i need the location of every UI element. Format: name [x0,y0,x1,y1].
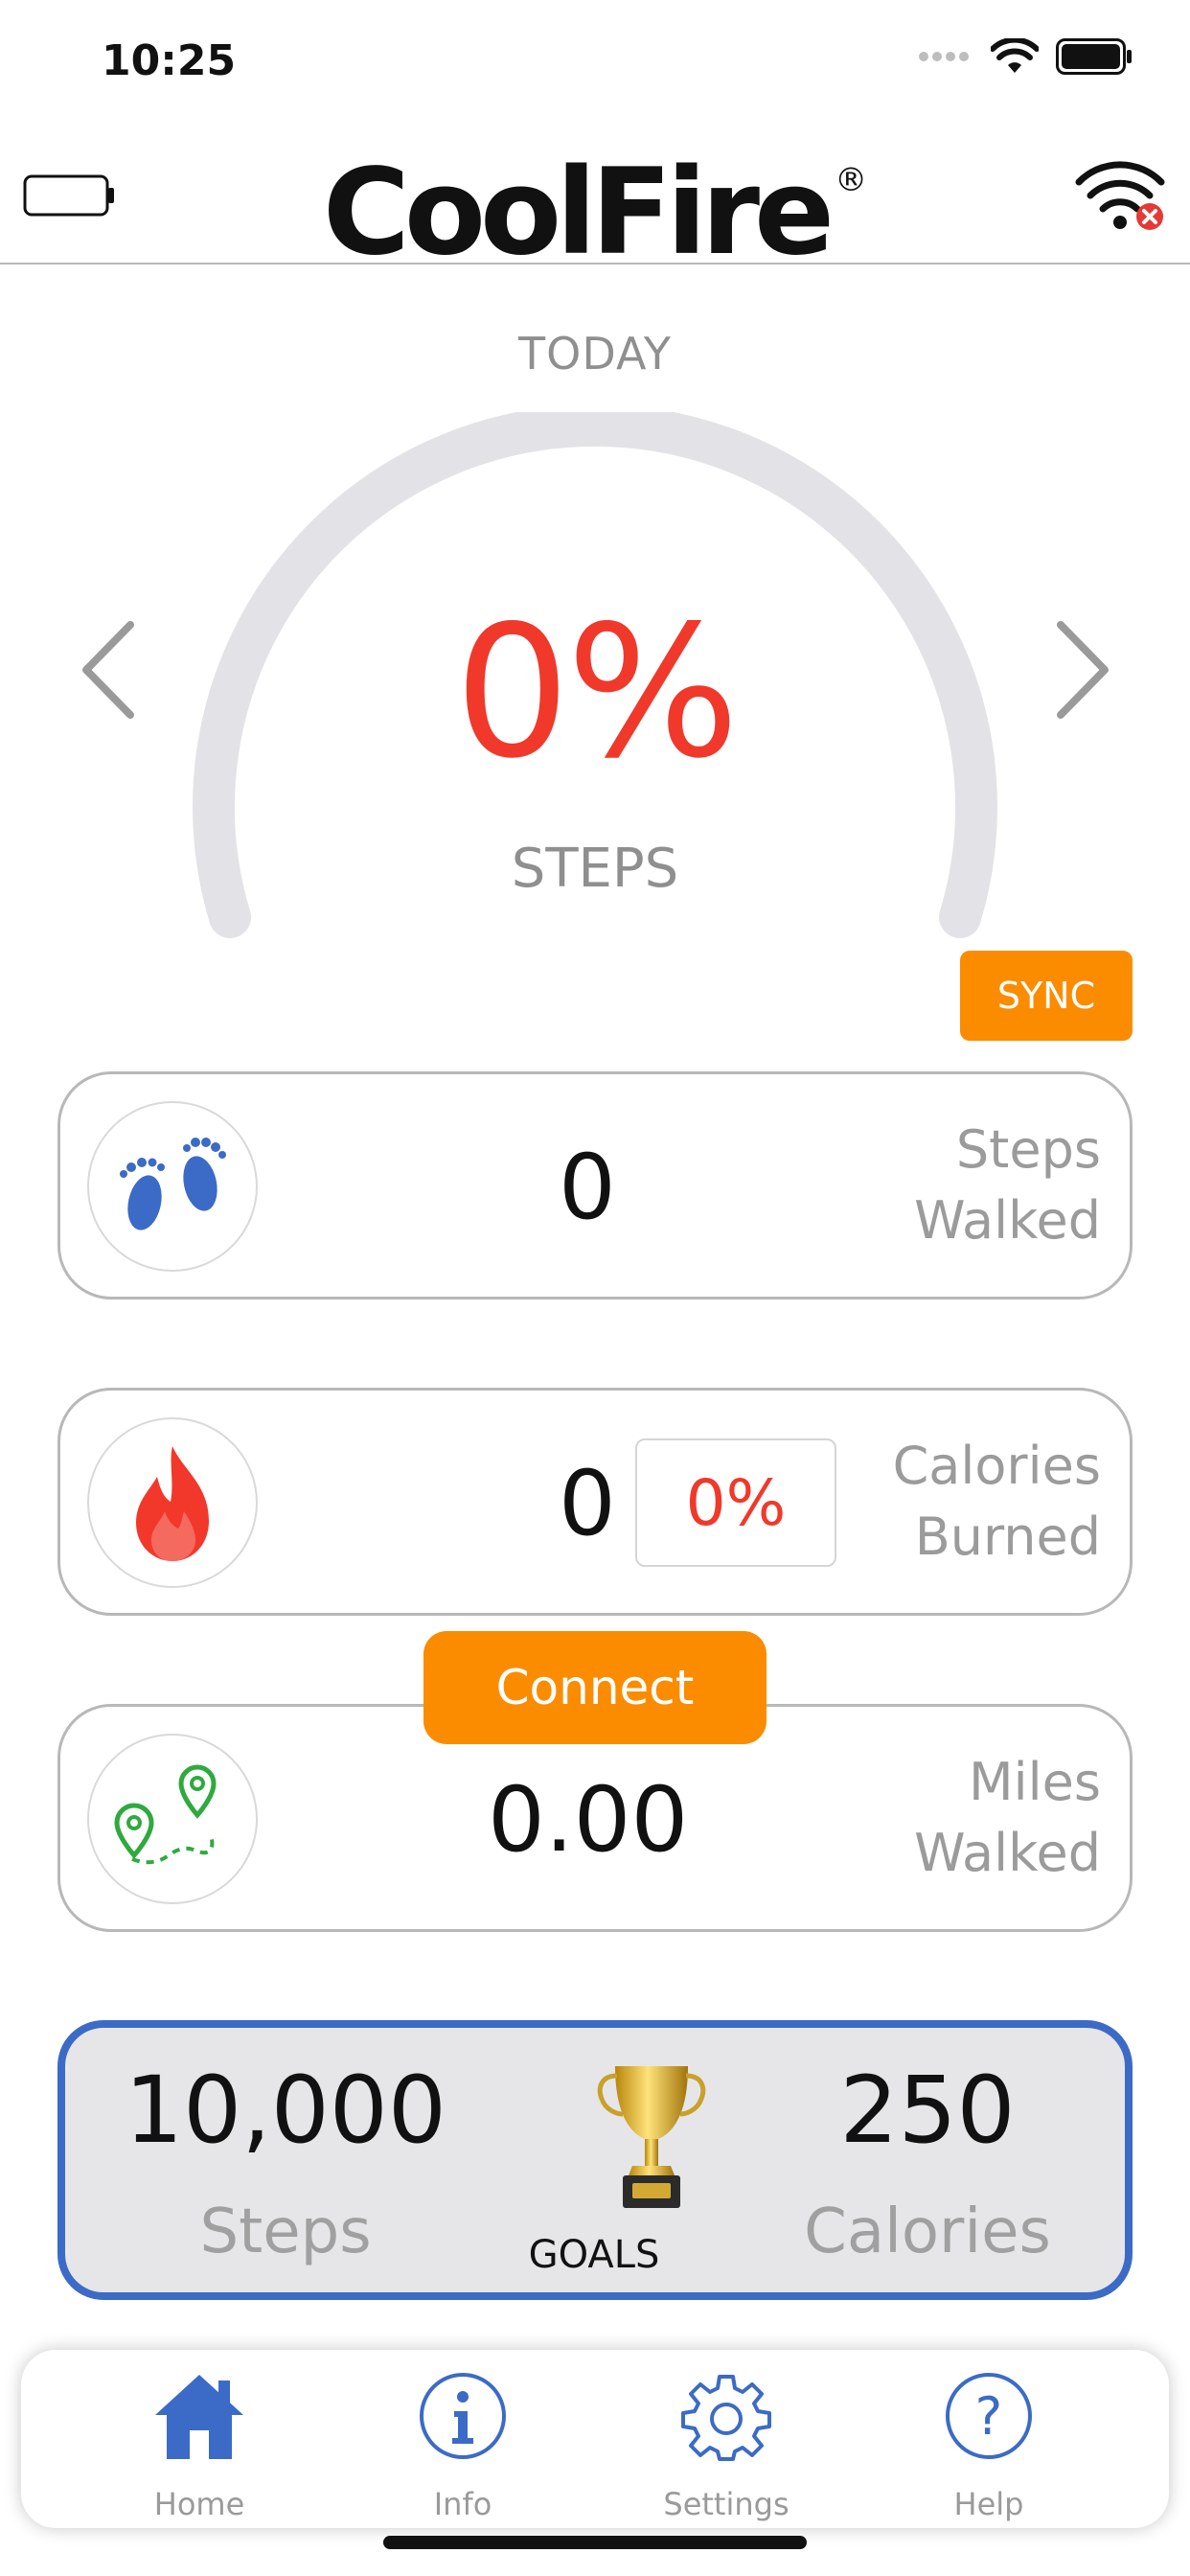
steps-walked-card: 0 Steps Walked [57,1071,1133,1300]
route-pins-icon [114,1764,217,1865]
steps-percent-value: 0% [454,586,739,798]
miles-label-line1: Miles [969,1752,1101,1812]
svg-text:?: ? [975,2386,1003,2447]
calories-label-line2: Burned [914,1506,1101,1567]
connect-button[interactable]: Connect [423,1631,767,1744]
footprints-icon [120,1138,226,1230]
goal-steps-label: Steps [199,2196,372,2267]
home-indicator[interactable] [383,2536,807,2549]
battery-status-icon [1056,38,1132,75]
gear-icon [681,2375,771,2461]
miles-walked-value: 0.00 [488,1768,689,1873]
status-time: 10:25 [102,36,237,85]
tab-help[interactable]: ? Help [893,2371,1085,2522]
calories-icon-circle [87,1417,258,1588]
tab-info[interactable]: Info [367,2371,559,2522]
cellular-signal-icon [919,52,969,61]
tab-settings-label: Settings [663,2486,790,2522]
tab-home-label: Home [153,2486,245,2522]
coolfire-logo: CoolFire ® [0,144,1190,282]
help-icon: ? [946,2373,1032,2459]
trophy-icon [597,2066,706,2208]
bottom-tab-bar: Home Info Settings ? Help [21,2350,1169,2528]
steps-icon-circle [87,1101,258,1272]
wifi-disconnected-icon[interactable] [1073,161,1169,232]
steps-label-line1: Steps [955,1119,1101,1180]
goal-steps-value: 10,000 [125,2057,446,2164]
app-header: CoolFire ® [0,125,1190,282]
app-screen: 10:25 CoolFire ® TODAY 0% STEPS SYNC 0 S… [0,0,1190,2576]
status-indicators [918,38,1133,75]
miles-label-line2: Walked [914,1823,1101,1883]
tab-help-label: Help [953,2486,1024,2522]
calories-burned-card: 0 0% Calories Burned [57,1388,1133,1616]
calories-percent-box: 0% [635,1438,836,1567]
goal-calories-label: Calories [804,2196,1051,2267]
tab-info-label: Info [433,2486,492,2522]
sync-button[interactable]: SYNC [960,951,1133,1041]
calories-burned-label: Calories Burned [893,1431,1101,1573]
steps-walked-label: Steps Walked [914,1115,1101,1256]
calories-burned-value: 0 [559,1452,616,1556]
flame-icon [136,1446,209,1561]
miles-walked-label: Miles Walked [914,1747,1101,1889]
registered-mark: ® [835,161,868,199]
info-icon [420,2373,506,2459]
wifi-status-icon [991,38,1039,73]
today-label: TODAY [518,328,672,380]
miles-icon-circle [87,1734,258,1904]
steps-label-line2: Walked [914,1190,1101,1251]
goals-title: GOALS [528,2233,660,2277]
gauge-metric-label: STEPS [511,838,679,900]
tab-home[interactable]: Home [103,2371,295,2522]
home-icon [155,2375,243,2459]
goal-calories-value: 250 [839,2057,1016,2164]
calories-label-line1: Calories [892,1436,1101,1496]
logo-text: CoolFire [322,144,835,282]
tab-settings[interactable]: Settings [630,2371,822,2522]
steps-walked-value: 0 [559,1136,616,1240]
